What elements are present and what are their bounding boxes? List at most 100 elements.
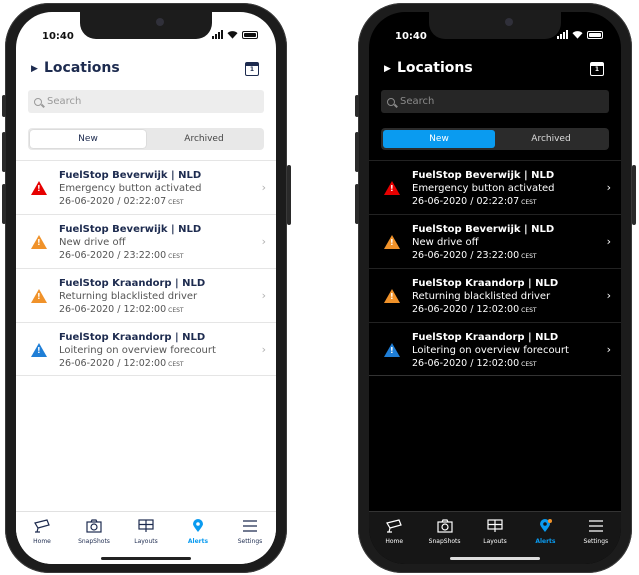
side-button	[2, 132, 6, 172]
list-item[interactable]: FuelStop Kraandorp | NLD Loitering on ov…	[16, 322, 276, 376]
list-item[interactable]: FuelStop Kraandorp | NLD Loitering on ov…	[369, 322, 621, 376]
search-placeholder: Search	[400, 96, 435, 107]
snapshot-icon	[437, 519, 453, 533]
notch	[80, 12, 212, 39]
tab-label: Alerts	[535, 538, 556, 545]
alert-timestamp: 26-06-2020 / 12:02:00	[412, 304, 520, 315]
side-button	[2, 95, 6, 117]
location-pin-icon	[193, 519, 203, 532]
tab-label: SnapShots	[78, 538, 110, 545]
menu-icon	[243, 520, 257, 532]
snapshot-icon	[86, 519, 102, 533]
alert-timestamp: 26-06-2020 / 12:02:00	[412, 358, 520, 369]
tab-label: Alerts	[187, 538, 209, 545]
page-header: ▶ Locations 1	[31, 60, 261, 84]
tab-archived[interactable]: Archived	[495, 130, 607, 148]
tab-settings[interactable]: Settings	[224, 512, 276, 564]
page-header: ▶ Locations 1	[384, 60, 606, 84]
alert-description: Returning blacklisted driver	[412, 291, 551, 302]
tab-label: Layouts	[483, 538, 507, 545]
camera	[156, 18, 164, 26]
alert-timestamp: 26-06-2020 / 23:22:00	[59, 250, 167, 261]
home-indicator[interactable]	[101, 557, 191, 560]
layout-grid-icon	[138, 519, 154, 532]
menu-icon	[588, 520, 603, 532]
alert-title: FuelStop Kraandorp | NLD	[59, 278, 206, 289]
alert-red-icon	[31, 181, 47, 195]
search-input[interactable]: Search	[28, 90, 264, 113]
alert-timezone: CEST	[521, 199, 537, 206]
alert-timezone: CEST	[521, 307, 537, 314]
list-item[interactable]: FuelStop Kraandorp | NLD Returning black…	[369, 268, 621, 322]
chevron-right-icon: ›	[606, 235, 611, 248]
camera-cctv-icon	[386, 519, 403, 533]
alert-orange-icon	[31, 235, 47, 249]
list-item[interactable]: FuelStop Beverwijk | NLD Emergency butto…	[16, 160, 276, 214]
tab-settings[interactable]: Settings	[571, 512, 621, 564]
alert-timezone: CEST	[168, 199, 184, 206]
tab-home[interactable]: Home	[369, 512, 419, 564]
calendar-icon[interactable]: 1	[590, 62, 604, 76]
alert-timestamp: 26-06-2020 / 02:22:07	[59, 196, 167, 207]
battery-icon	[587, 30, 603, 39]
side-button	[287, 165, 291, 225]
alert-description: New drive off	[59, 237, 126, 248]
side-button	[355, 184, 359, 224]
alert-timestamp: 26-06-2020 / 12:02:00	[59, 304, 167, 315]
expand-arrow-icon[interactable]: ▶	[384, 64, 391, 74]
list-item[interactable]: FuelStop Beverwijk | NLD New drive off 2…	[16, 214, 276, 268]
list-item[interactable]: FuelStop Beverwijk | NLD New drive off 2…	[369, 214, 621, 268]
notch	[429, 12, 561, 39]
wifi-icon	[572, 31, 583, 39]
wifi-icon	[227, 31, 238, 39]
page-title: Locations	[397, 60, 473, 76]
location-pin-icon	[540, 519, 553, 532]
tab-home[interactable]: Home	[16, 512, 68, 564]
alert-title: FuelStop Beverwijk | NLD	[59, 170, 202, 181]
alert-title: FuelStop Beverwijk | NLD	[59, 224, 202, 235]
tab-label: Layouts	[134, 538, 158, 545]
layout-grid-icon	[487, 519, 503, 532]
alert-title: FuelStop Beverwijk | NLD	[412, 170, 555, 181]
tab-new[interactable]: New	[30, 130, 146, 148]
side-button	[355, 132, 359, 172]
alert-description: Loitering on overview forecourt	[59, 345, 216, 356]
alert-list: FuelStop Beverwijk | NLD Emergency butto…	[369, 160, 621, 376]
expand-arrow-icon[interactable]: ▶	[31, 64, 38, 74]
tab-label: Home	[33, 538, 51, 545]
alert-timezone: CEST	[521, 361, 537, 368]
tab-label: Settings	[583, 538, 609, 545]
search-input[interactable]: Search	[381, 90, 609, 113]
page-title: Locations	[44, 60, 120, 76]
alert-list: FuelStop Beverwijk | NLD Emergency butto…	[16, 160, 276, 376]
alert-description: New drive off	[412, 237, 479, 248]
calendar-icon[interactable]: 1	[245, 62, 259, 76]
list-item[interactable]: FuelStop Kraandorp | NLD Returning black…	[16, 268, 276, 322]
alert-title: FuelStop Beverwijk | NLD	[412, 224, 555, 235]
signal-icon	[212, 30, 223, 39]
chevron-right-icon: ›	[261, 289, 266, 302]
chevron-right-icon: ›	[606, 343, 611, 356]
battery-icon	[242, 30, 258, 39]
home-indicator[interactable]	[450, 557, 540, 560]
alert-blue-icon	[384, 343, 400, 357]
list-item[interactable]: FuelStop Beverwijk | NLD Emergency butto…	[369, 160, 621, 214]
alert-description: Emergency button activated	[59, 183, 202, 194]
alert-red-icon	[384, 181, 400, 195]
alert-timezone: CEST	[521, 253, 537, 260]
alert-orange-icon	[384, 235, 400, 249]
alert-title: FuelStop Kraandorp | NLD	[59, 332, 206, 343]
camera-cctv-icon	[34, 519, 50, 533]
segmented-control: New Archived	[28, 128, 264, 150]
chevron-right-icon: ›	[606, 289, 611, 302]
alert-title: FuelStop Kraandorp | NLD	[412, 278, 559, 289]
tab-label: SnapShots	[428, 538, 461, 545]
tab-new[interactable]: New	[383, 130, 495, 148]
search-placeholder: Search	[47, 96, 82, 107]
chevron-right-icon: ›	[261, 235, 266, 248]
tab-archived[interactable]: Archived	[146, 130, 262, 148]
alert-title: FuelStop Kraandorp | NLD	[412, 332, 559, 343]
alert-timestamp: 26-06-2020 / 23:22:00	[412, 250, 520, 261]
alert-timezone: CEST	[168, 361, 184, 368]
phone-light-mode: 10:40 ▶ Locations 1 Search New Archived …	[5, 3, 287, 573]
